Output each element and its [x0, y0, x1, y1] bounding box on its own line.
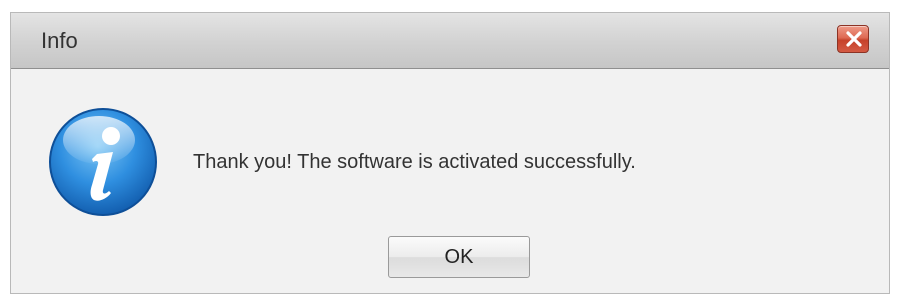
dialog-titlebar: Info [11, 13, 889, 69]
ok-button[interactable]: OK [388, 236, 530, 278]
dialog-message: Thank you! The software is activated suc… [193, 151, 636, 173]
dialog-title: Info [41, 28, 78, 53]
info-icon [47, 106, 159, 218]
dialog-content: Thank you! The software is activated suc… [11, 70, 889, 293]
close-button[interactable] [837, 25, 869, 53]
info-dialog: Info Thank you! The software is activate… [10, 12, 890, 294]
